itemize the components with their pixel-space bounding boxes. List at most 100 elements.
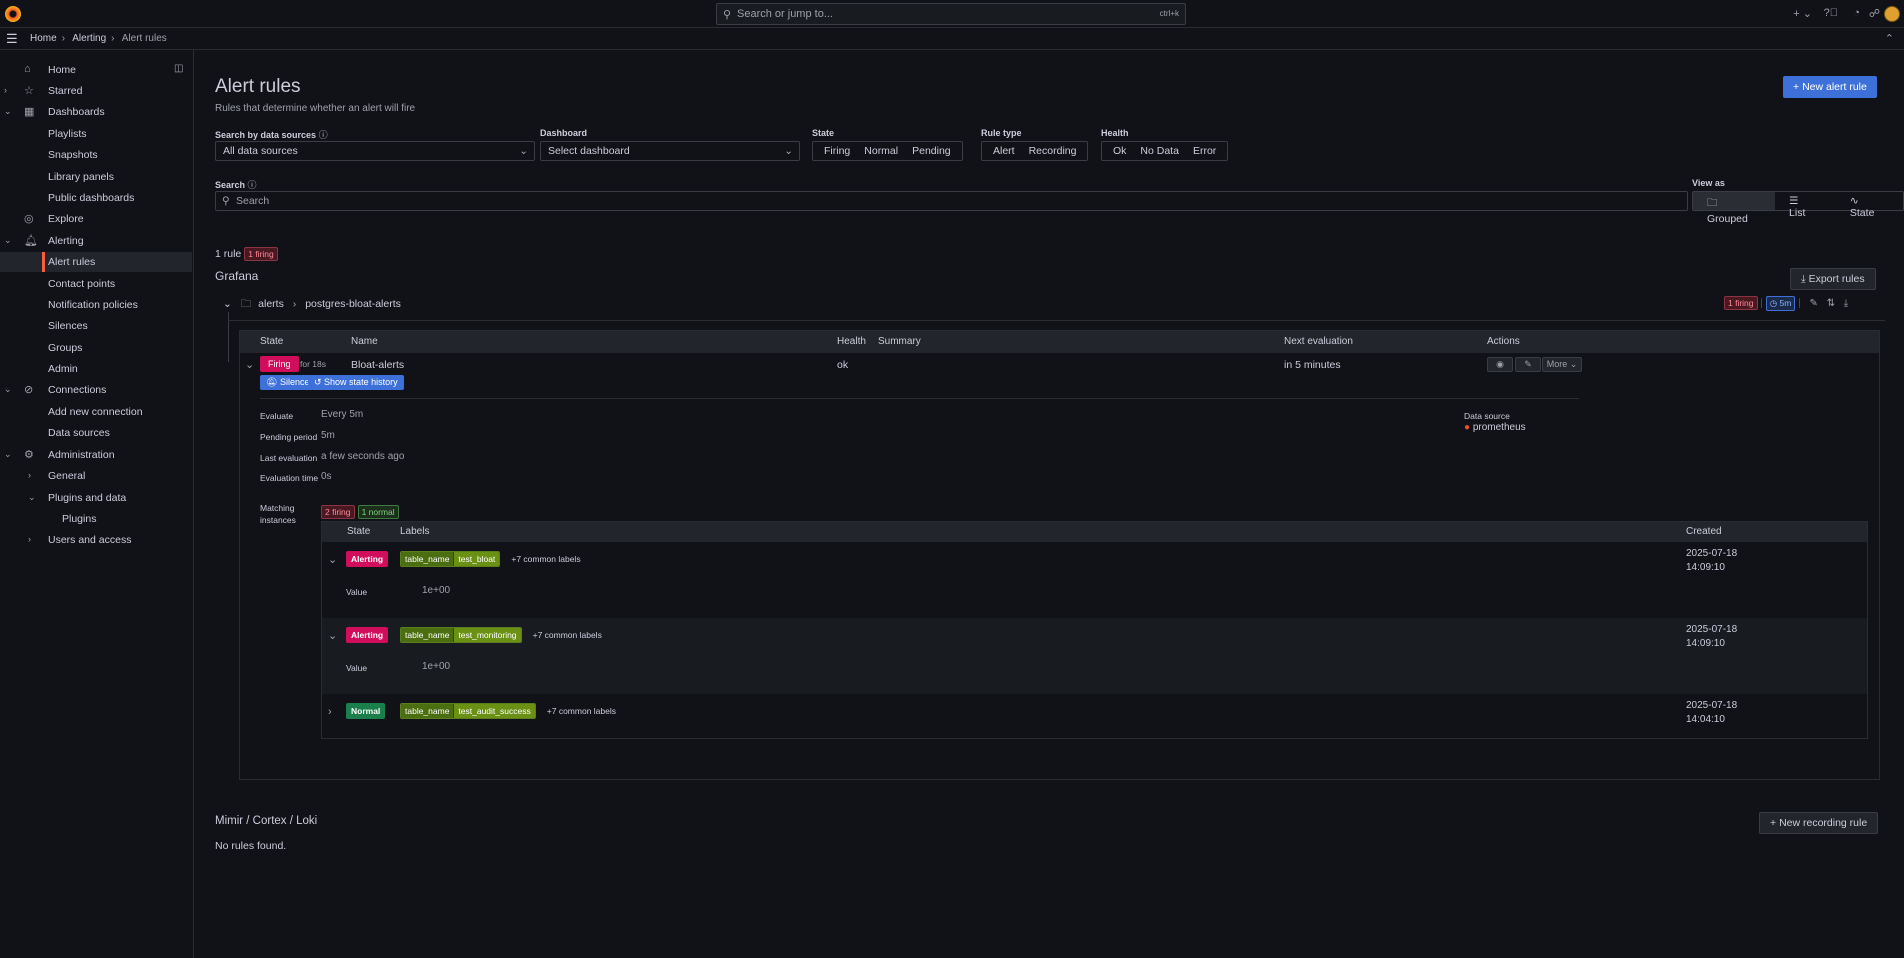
view-rule-button[interactable]: ◉ (1487, 357, 1513, 372)
chevron-down-icon[interactable]: ⌄ (4, 235, 12, 246)
sidebar-item-connections[interactable]: ⌄ ⊘ Connections (0, 380, 192, 400)
label-tag[interactable]: table_name test_audit_success (400, 703, 536, 719)
chevron-right-icon[interactable]: › (4, 85, 7, 95)
chevron-down-icon[interactable]: ⌄ (245, 358, 254, 371)
chevron-down-icon[interactable]: ⌄ (4, 384, 12, 395)
apps-icon: ▦ (24, 106, 35, 118)
matching-firing-badge[interactable]: 2 firing (321, 505, 355, 519)
sidebar-item-label: Public dashboards (48, 192, 135, 204)
sidebar-item-contact-points[interactable]: Contact points (0, 274, 192, 294)
state-option-normal[interactable]: Normal (857, 145, 905, 157)
compass-icon: ◎ (24, 213, 34, 225)
profile-menu-icon[interactable]: ☍ (1869, 7, 1880, 20)
history-icon: ↺ (314, 377, 325, 387)
chevron-down-icon[interactable]: ⌄ (223, 298, 232, 310)
sidebar-item-snapshots[interactable]: Snapshots (0, 145, 192, 165)
state-option-firing[interactable]: Firing (817, 145, 857, 157)
new-recording-rule-button[interactable]: + New recording rule (1759, 812, 1879, 834)
bell-slash-icon: 🔕︎ (266, 377, 280, 387)
group-actions: 1 firing | ◷ 5m | ✎ ⇅ ⤓ (1724, 296, 1848, 311)
instance-value: 1e+00 (422, 585, 451, 596)
export-group-icon[interactable]: ⤓ (1844, 298, 1848, 309)
chevron-down-icon[interactable]: ⌄ (28, 492, 36, 503)
common-labels-link[interactable]: +7 common labels (547, 706, 616, 716)
state-option-pending[interactable]: Pending (905, 145, 958, 157)
sidebar-item-notification-policies[interactable]: Notification policies (0, 295, 192, 315)
reorder-icon[interactable]: ⇅ (1827, 298, 1835, 309)
health-option-ok[interactable]: Ok (1106, 145, 1133, 157)
datasource-select[interactable]: All data sources ⌄ (215, 141, 535, 161)
chevron-down-icon[interactable]: ⌄ (4, 449, 12, 460)
sidebar-item-users-and-access[interactable]: › Users and access (0, 530, 192, 550)
breadcrumb-alerting[interactable]: Alerting (72, 33, 106, 44)
sidebar-item-alerting[interactable]: ⌄ 🔔︎ Alerting (0, 231, 192, 251)
avatar[interactable] (1884, 6, 1900, 22)
menu-icon[interactable]: ☰ (6, 31, 18, 47)
instances-table: State Labels Created ⌄ Alerting table_na… (321, 521, 1868, 739)
view-list[interactable]: ☰ List (1775, 192, 1836, 219)
help-icon[interactable]: ?⃝ (1824, 7, 1838, 19)
health-option-nodata[interactable]: No Data (1133, 145, 1186, 157)
download-icon: ⤓ (1801, 273, 1809, 285)
label-tag[interactable]: table_name test_monitoring (400, 627, 522, 643)
sidebar-item-administration[interactable]: ⌄ ⚙ Administration (0, 445, 192, 465)
last-evaluation-label: Last evaluation (260, 453, 318, 463)
sidebar-item-groups[interactable]: Groups (0, 338, 192, 358)
breadcrumb-current: Alert rules (121, 33, 167, 44)
sidebar-item-plugins-and-data[interactable]: ⌄ Plugins and data (0, 488, 192, 508)
evaluate-value: Every 5m (321, 409, 364, 420)
grafana-logo[interactable] (5, 6, 21, 22)
label-tag[interactable]: table_name test_bloat (400, 551, 501, 567)
chevron-right-icon[interactable]: › (328, 706, 332, 718)
new-alert-rule-button[interactable]: + New alert rule (1783, 76, 1877, 98)
rule-type-option-alert[interactable]: Alert (986, 145, 1022, 157)
sidebar-item-plugins[interactable]: Plugins (0, 509, 192, 529)
more-button[interactable]: More ⌄ (1542, 357, 1582, 372)
common-labels-link[interactable]: +7 common labels (511, 554, 580, 564)
export-rules-button[interactable]: ⤓ Export rules (1790, 268, 1876, 290)
plus-icon[interactable]: + ⌄ (1793, 7, 1812, 20)
chevron-down-icon[interactable]: ⌄ (4, 106, 12, 117)
sidebar-item-alert-rules[interactable]: Alert rules (0, 252, 192, 272)
global-search[interactable]: ⚲ Search or jump to... ctrl+k (716, 3, 1186, 25)
chevron-down-icon[interactable]: ⌄ (328, 629, 337, 642)
chevron-right-icon[interactable]: › (28, 534, 31, 544)
sidebar-item-public-dashboards[interactable]: Public dashboards (0, 188, 192, 208)
data-source-value[interactable]: ● prometheus (1464, 422, 1526, 433)
show-state-history-button[interactable]: ↺ Show state history (308, 375, 404, 390)
folder-name[interactable]: alerts (258, 298, 284, 310)
sidebar-item-explore[interactable]: ◎ Explore (0, 209, 192, 229)
clock-icon: ◷ (1769, 298, 1780, 308)
common-labels-link[interactable]: +7 common labels (533, 630, 602, 640)
edit-group-icon[interactable]: ✎ (1809, 298, 1817, 309)
matching-normal-badge[interactable]: 1 normal (357, 505, 399, 519)
search-input[interactable]: ⚲ Search (215, 191, 1688, 211)
sidebar-item-home[interactable]: ⌂ Home (0, 60, 192, 80)
sidebar-item-label: Alert rules (48, 256, 96, 268)
sidebar-item-silences[interactable]: Silences (0, 316, 192, 336)
sidebar-item-dashboards[interactable]: ⌄ ▦ Dashboards (0, 102, 192, 122)
sidebar-item-add-new-connection[interactable]: Add new connection (0, 402, 192, 422)
chevron-down-icon[interactable]: ⌄ (328, 553, 337, 566)
sidebar-item-starred[interactable]: › ☆ Starred (0, 81, 192, 101)
sidebar-item-data-sources[interactable]: Data sources (0, 423, 192, 443)
group-name[interactable]: postgres-bloat-alerts (305, 298, 401, 310)
health-filter-label: Health (1101, 128, 1129, 138)
sidebar-item-general[interactable]: › General (0, 466, 192, 486)
view-state[interactable]: ∿ State (1836, 192, 1903, 219)
sidebar-item-playlists[interactable]: Playlists (0, 124, 192, 144)
view-grouped[interactable]: 🗀 Grouped (1693, 192, 1776, 225)
chevron-up-icon[interactable]: ⌃ (1885, 32, 1894, 45)
sidebar-item-library-panels[interactable]: Library panels (0, 167, 192, 187)
col-labels: Labels (400, 526, 430, 537)
evaluate-label: Evaluate (260, 411, 294, 421)
dashboard-select[interactable]: Select dashboard ⌄ (540, 141, 800, 161)
edit-rule-button[interactable]: ✎ (1515, 357, 1541, 372)
rule-group-header[interactable]: ⌄ 🗀 alerts › postgres-bloat-alerts (223, 296, 401, 314)
sidebar-item-admin[interactable]: Admin (0, 359, 192, 379)
rule-type-option-recording[interactable]: Recording (1022, 145, 1084, 157)
chevron-right-icon[interactable]: › (28, 470, 31, 480)
health-option-error[interactable]: Error (1186, 145, 1223, 157)
rss-icon[interactable]: ◔ (1853, 7, 1860, 19)
breadcrumb-home[interactable]: Home (30, 33, 57, 44)
